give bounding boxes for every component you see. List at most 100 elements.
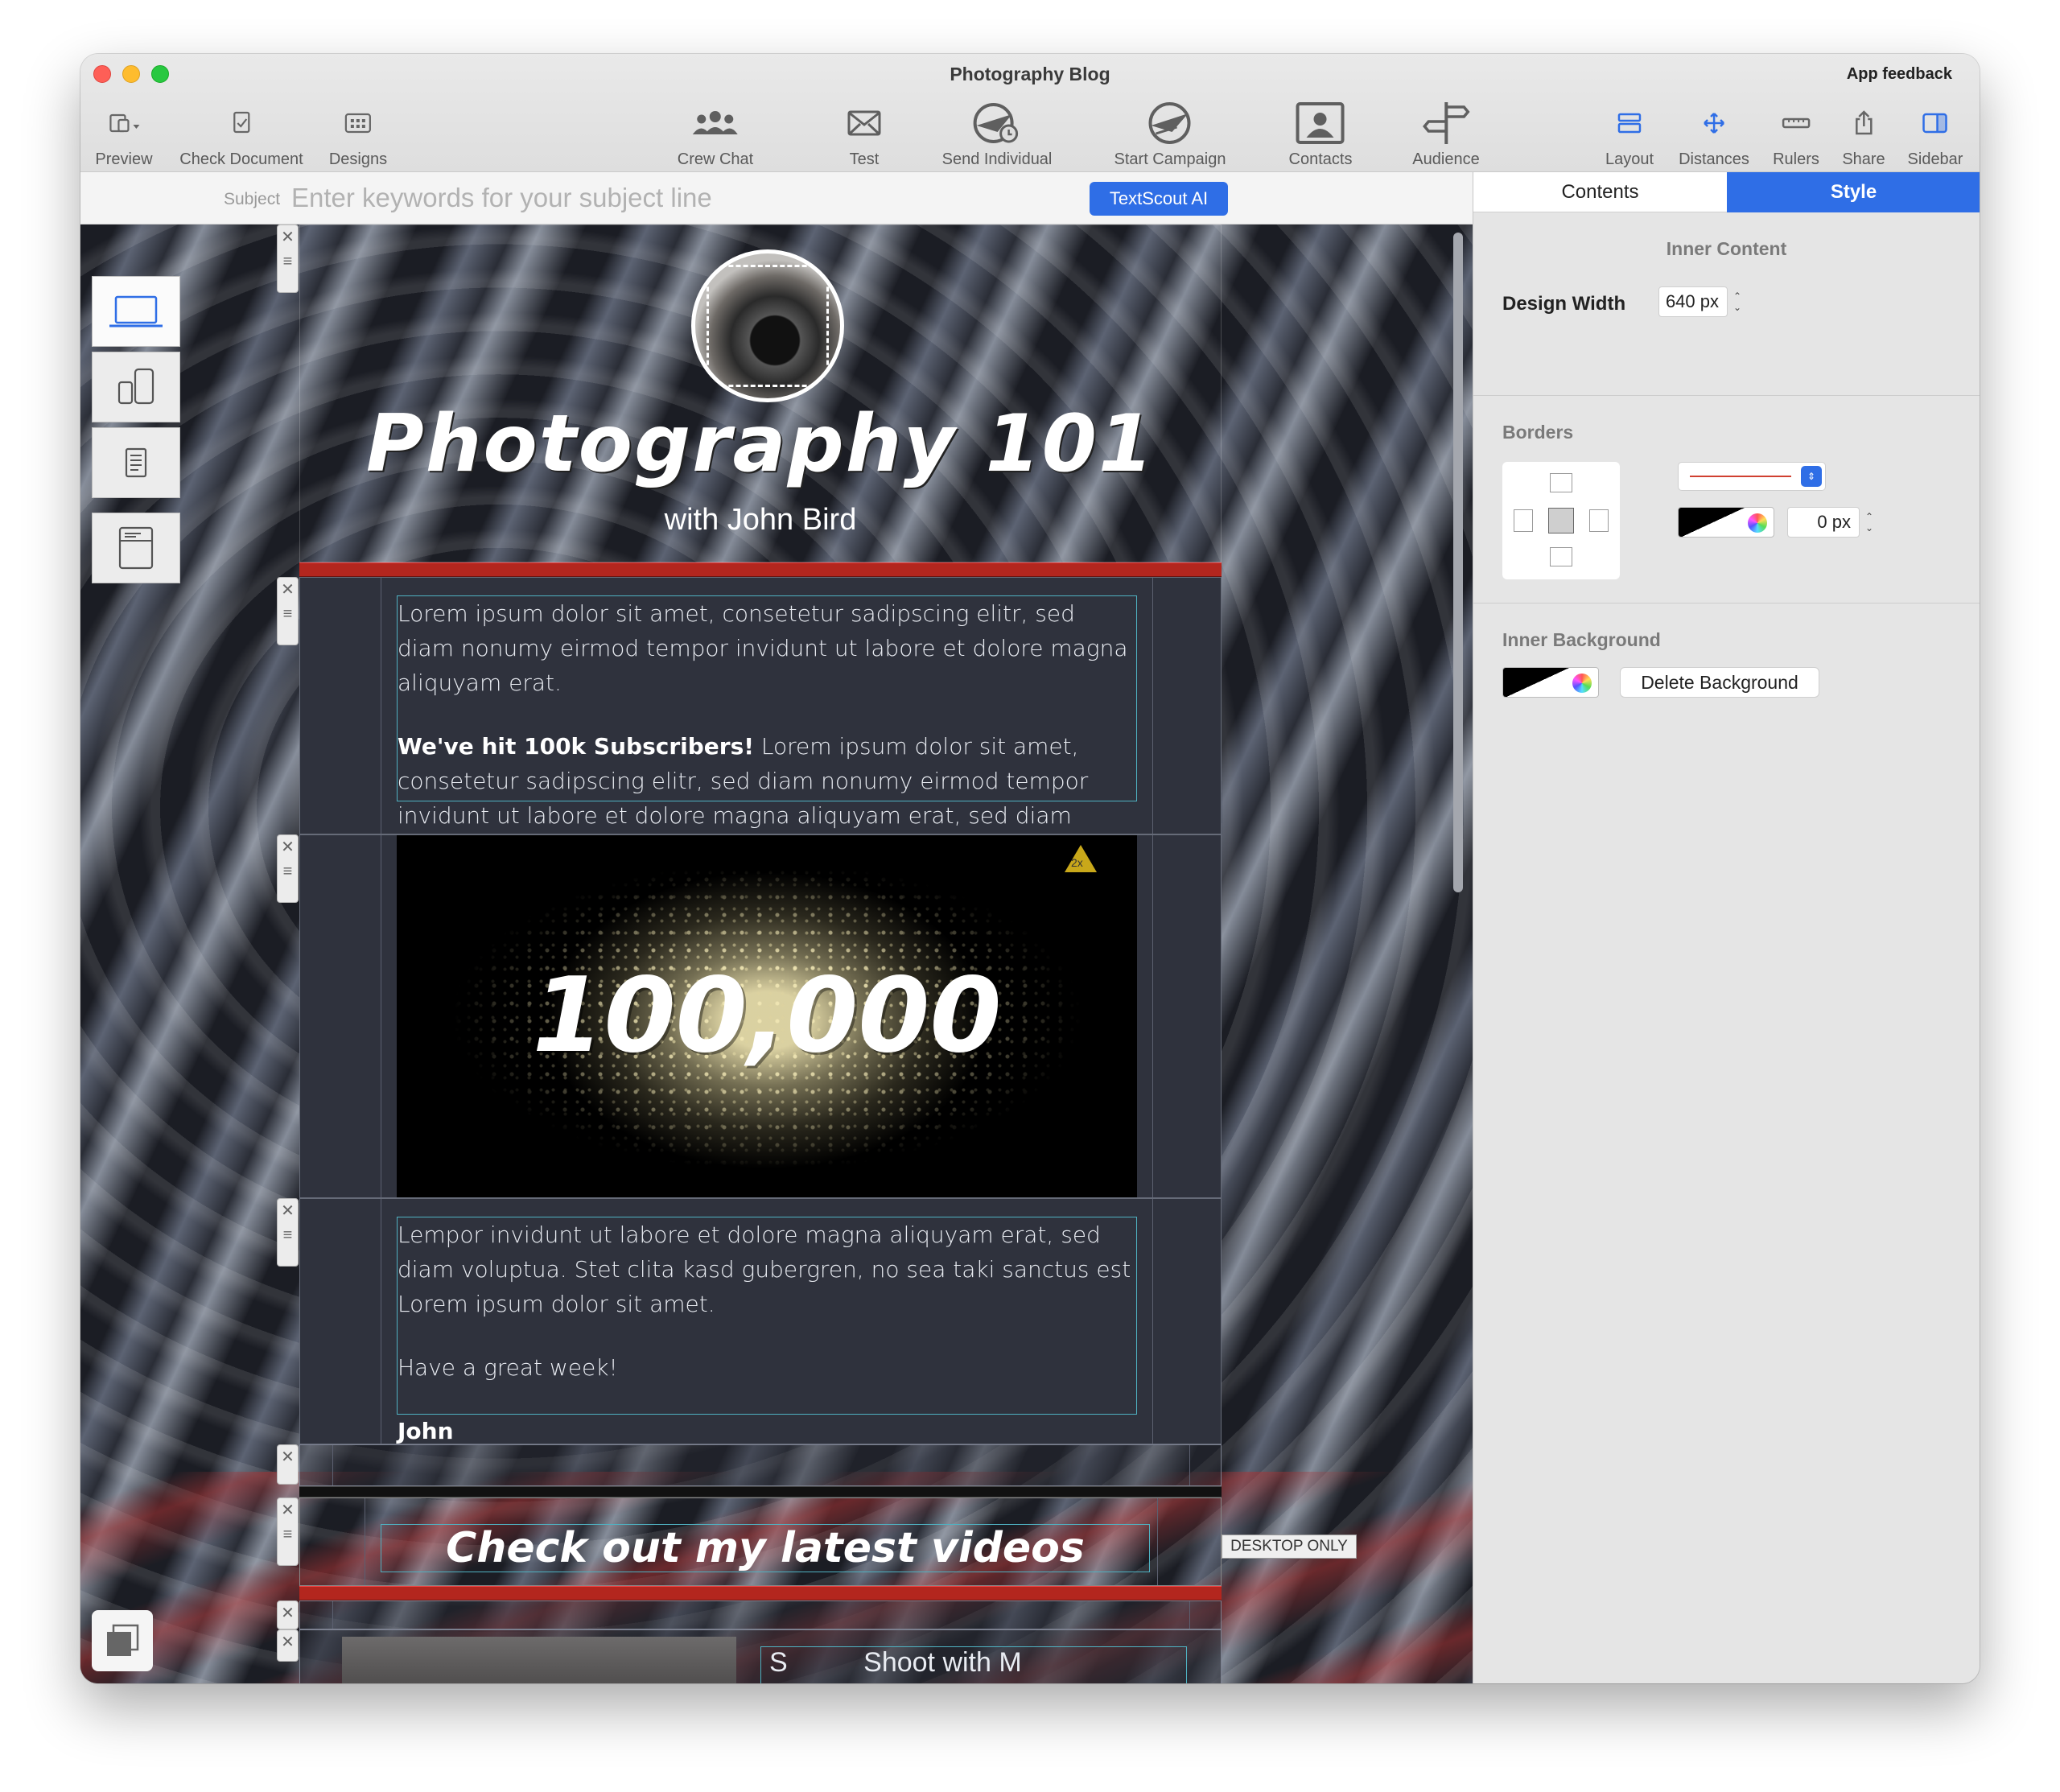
canvas-scrollbar[interactable]: [1453, 233, 1463, 892]
delete-row-icon[interactable]: ✕: [281, 1445, 295, 1469]
border-color-well[interactable]: [1678, 507, 1774, 538]
red-divider: [299, 1586, 1222, 1600]
video-thumbnail[interactable]: [342, 1637, 736, 1683]
celebration-image[interactable]: 100,000 2x: [397, 835, 1137, 1197]
color-wheel-icon[interactable]: [1572, 674, 1592, 693]
inner-background-color-well[interactable]: [1502, 667, 1599, 698]
video-title[interactable]: S Shoot with M: [760, 1646, 1187, 1683]
drag-handle-icon[interactable]: ≡: [283, 859, 293, 884]
designs-icon: [344, 113, 372, 134]
border-style-select[interactable]: ⇕: [1678, 462, 1826, 491]
window-title: Photography Blog: [950, 64, 1110, 84]
spacer-block[interactable]: [299, 1600, 1222, 1629]
design-width-stepper[interactable]: ⌃ ⌄: [1729, 286, 1745, 317]
distances-icon: [1704, 113, 1724, 134]
audience-label: Audience: [1412, 150, 1480, 168]
audience-button[interactable]: Audience: [1412, 97, 1480, 169]
distances-button[interactable]: Distances: [1679, 97, 1749, 169]
layout-button[interactable]: Layout: [1605, 97, 1654, 169]
spacer-block[interactable]: [299, 1444, 1222, 1486]
color-wheel-icon[interactable]: [1748, 513, 1767, 533]
delete-row-icon[interactable]: ✕: [281, 835, 295, 859]
header-block[interactable]: Photography 101 with John Bird: [299, 225, 1222, 562]
border-width-field[interactable]: 0 px: [1787, 507, 1860, 538]
preview-icon: [109, 113, 139, 133]
outro-text-box[interactable]: Lempor invidunt ut labore et dolore magn…: [397, 1217, 1137, 1444]
designs-button[interactable]: Designs: [329, 97, 387, 169]
design-width-field[interactable]: 640 px: [1658, 286, 1728, 317]
border-line-preview: [1690, 476, 1791, 477]
video-row-block[interactable]: S Shoot with M: [299, 1629, 1222, 1683]
check-document-button[interactable]: Check Document: [179, 97, 303, 169]
check-document-label: Check Document: [179, 150, 303, 168]
intro-text-box[interactable]: Lorem ipsum dolor sit amet, consetetur s…: [397, 595, 1137, 863]
drag-handle-icon[interactable]: ≡: [283, 249, 293, 274]
row-handle[interactable]: ✕ ≡: [277, 834, 299, 903]
header-title[interactable]: Photography 101: [300, 398, 1221, 490]
border-bottom-toggle[interactable]: [1550, 547, 1572, 566]
inspector-sidebar: Contents Style Inner Content Design Widt…: [1473, 172, 1980, 1683]
delete-background-button[interactable]: Delete Background: [1620, 667, 1819, 698]
retina-warning-icon[interactable]: 2x: [1065, 845, 1097, 872]
background-color-swatch: [1503, 668, 1569, 697]
border-all-toggle[interactable]: [1548, 508, 1574, 533]
row-handle[interactable]: ✕ ≡: [277, 1198, 299, 1267]
tab-style[interactable]: Style: [1727, 172, 1980, 212]
section-divider: [1473, 395, 1980, 396]
layers-toggle-button[interactable]: [92, 1610, 153, 1671]
drag-handle-icon[interactable]: ≡: [283, 1522, 293, 1547]
signature-name: John: [398, 1418, 454, 1444]
row-handle[interactable]: ✕ ≡: [277, 1497, 299, 1566]
mobile-view-button[interactable]: [92, 352, 180, 422]
subject-input[interactable]: [291, 180, 1064, 216]
delete-row-icon[interactable]: ✕: [281, 1601, 295, 1625]
design-canvas[interactable]: ✕ ≡ Photography 101 with John Bird ✕ ≡ Lor…: [80, 225, 1473, 1683]
intro-paragraph: Lorem ipsum dolor sit amet, consetetur s…: [398, 600, 1128, 696]
delete-row-icon[interactable]: ✕: [281, 578, 295, 602]
content-guide: [332, 1601, 1190, 1629]
tab-contents[interactable]: Contents: [1473, 172, 1727, 212]
share-button[interactable]: Share: [1842, 97, 1885, 169]
app-feedback-link[interactable]: App feedback: [1847, 65, 1952, 84]
intro-text-block[interactable]: Lorem ipsum dolor sit amet, consetetur s…: [299, 577, 1222, 863]
videos-heading[interactable]: Check out my latest videos: [381, 1524, 1150, 1572]
drag-handle-icon[interactable]: ≡: [283, 1223, 293, 1247]
test-button[interactable]: Test: [847, 97, 882, 169]
sidebar-button[interactable]: Sidebar: [1908, 97, 1963, 169]
delete-row-icon[interactable]: ✕: [281, 1630, 295, 1654]
check-document-icon: [233, 111, 250, 134]
drag-handle-icon[interactable]: ≡: [283, 602, 293, 626]
closing-line: Have a great week!: [398, 1354, 618, 1381]
profile-photo[interactable]: [691, 249, 844, 402]
border-width-stepper[interactable]: ⌃ ⌄: [1861, 507, 1877, 538]
send-individual-button[interactable]: Send Individual: [942, 97, 1052, 169]
outro-text-block[interactable]: Lempor invidunt ut labore et dolore magn…: [299, 1198, 1222, 1444]
border-top-toggle[interactable]: [1550, 473, 1572, 492]
signature: John: [398, 1414, 1136, 1448]
row-handle[interactable]: ✕: [277, 1629, 299, 1662]
desktop-view-button[interactable]: [92, 276, 180, 347]
rulers-button[interactable]: Rulers: [1773, 97, 1819, 169]
row-handle[interactable]: ✕ ≡: [277, 577, 299, 645]
delete-row-icon[interactable]: ✕: [281, 1199, 295, 1223]
contacts-button[interactable]: Contacts: [1289, 97, 1352, 169]
preview-button[interactable]: Preview: [95, 97, 153, 169]
textscout-ai-button[interactable]: TextScout AI: [1090, 182, 1228, 216]
browser-view-button[interactable]: [92, 513, 180, 583]
videos-heading-block[interactable]: Check out my latest videos: [299, 1497, 1222, 1586]
row-handle[interactable]: ✕: [277, 1600, 299, 1629]
retina-badge-label: 2x: [1071, 856, 1083, 869]
image-block[interactable]: 100,000 2x: [299, 834, 1222, 1198]
delete-row-icon[interactable]: ✕: [281, 1498, 295, 1522]
sidebar-label: Sidebar: [1907, 150, 1963, 168]
crew-chat-button[interactable]: Crew Chat: [678, 97, 753, 169]
start-campaign-button[interactable]: Start Campaign: [1114, 97, 1226, 169]
border-right-toggle[interactable]: [1589, 509, 1609, 532]
rulers-icon: [1782, 117, 1811, 129]
text-view-button[interactable]: [92, 427, 180, 498]
delete-row-icon[interactable]: ✕: [281, 225, 295, 249]
border-left-toggle[interactable]: [1514, 509, 1533, 532]
row-handle[interactable]: ✕ ≡: [277, 225, 299, 293]
header-subtitle[interactable]: with John Bird: [300, 503, 1221, 538]
row-handle[interactable]: ✕: [277, 1444, 299, 1485]
